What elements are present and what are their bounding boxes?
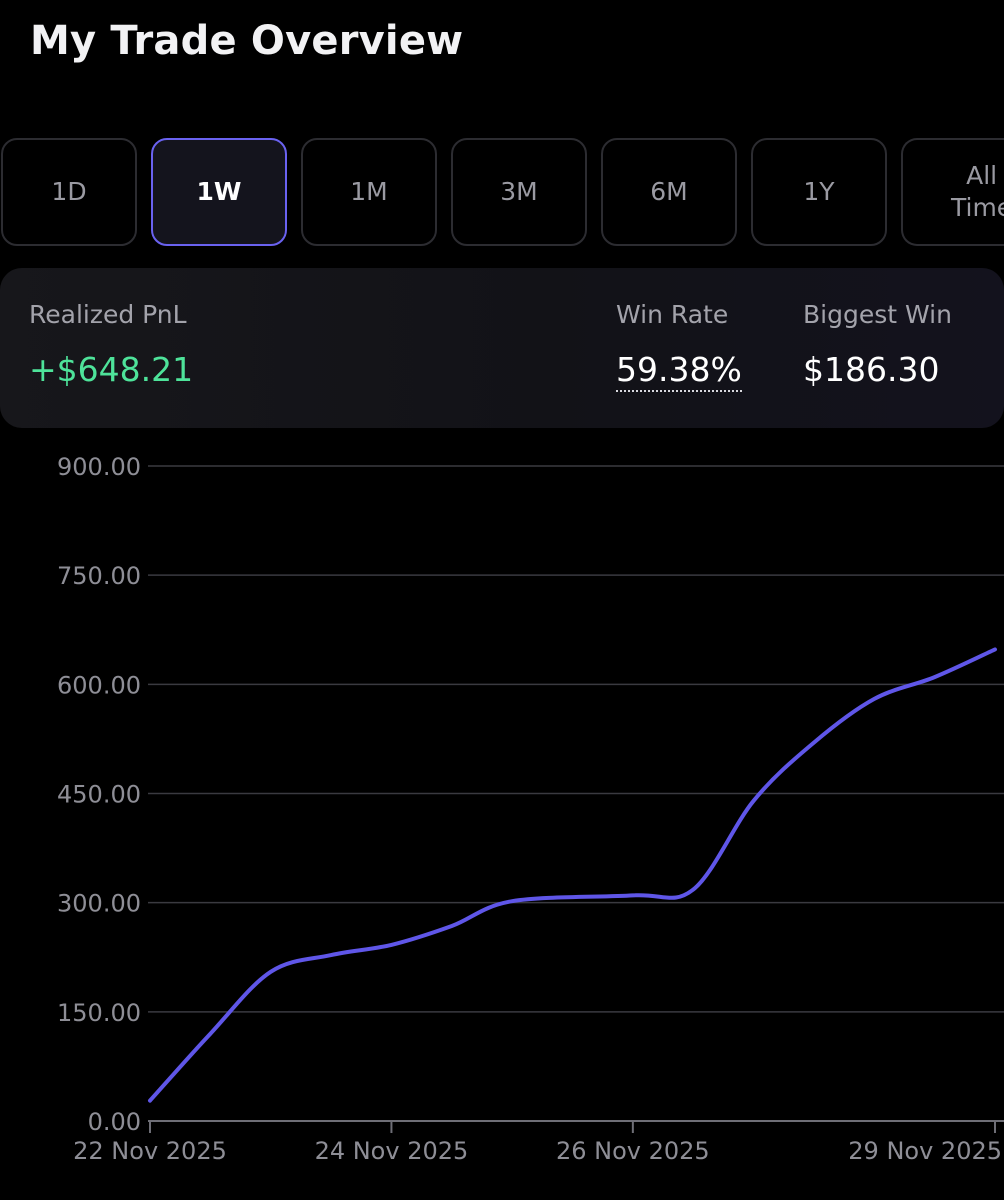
y-tick-label: 900.00	[57, 453, 141, 481]
tab-3m[interactable]: 3M	[451, 138, 587, 246]
y-tick-label: 600.00	[57, 671, 141, 699]
tab-label: All Time	[951, 160, 1004, 223]
summary-card	[0, 268, 1004, 428]
tab-label: 3M	[500, 176, 538, 206]
realized-pnl-value: +$648.21	[29, 350, 194, 389]
tab-all-time[interactable]: All Time	[901, 138, 1004, 246]
tab-1m[interactable]: 1M	[301, 138, 437, 246]
y-tick-label: 450.00	[57, 781, 141, 809]
x-tick-label: 22 Nov 2025	[73, 1137, 227, 1165]
biggest-win-label: Biggest Win	[803, 300, 952, 329]
pnl-series-line	[148, 647, 997, 1103]
biggest-win-value: $186.30	[803, 350, 940, 389]
pnl-line-chart: 0.00 150.00 300.00 450.00 600.00 750.00 900.00…	[57, 453, 1004, 1165]
tab-label: 1D	[51, 176, 87, 206]
tab-label: 1W	[196, 176, 242, 206]
y-tick-label: 0.00	[88, 1108, 141, 1136]
win-rate-value[interactable]: 59.38%	[616, 350, 742, 392]
x-tick-label: 24 Nov 2025	[315, 1137, 469, 1165]
x-tick-label: 26 Nov 2025	[556, 1137, 710, 1165]
x-tick-label: 29 Nov 2025	[848, 1137, 1002, 1165]
tab-1d[interactable]: 1D	[1, 138, 137, 246]
realized-pnl-label: Realized PnL	[29, 300, 187, 329]
tab-label: 6M	[650, 176, 688, 206]
tab-label: 1M	[350, 176, 388, 206]
chart-series	[148, 647, 997, 1103]
tab-label: 1Y	[803, 176, 835, 206]
win-rate-label: Win Rate	[616, 300, 729, 329]
y-tick-label: 750.00	[57, 562, 141, 590]
chart-axes: 0.00 150.00 300.00 450.00 600.00 750.00 900.00…	[57, 453, 1002, 1165]
tab-1y[interactable]: 1Y	[751, 138, 887, 246]
chart-gridlines	[148, 465, 1004, 1122]
tab-1w[interactable]: 1W	[151, 138, 287, 246]
y-tick-label: 300.00	[57, 890, 141, 918]
y-tick-label: 150.00	[57, 999, 141, 1027]
tab-6m[interactable]: 6M	[601, 138, 737, 246]
page-title: My Trade Overview	[30, 18, 464, 64]
